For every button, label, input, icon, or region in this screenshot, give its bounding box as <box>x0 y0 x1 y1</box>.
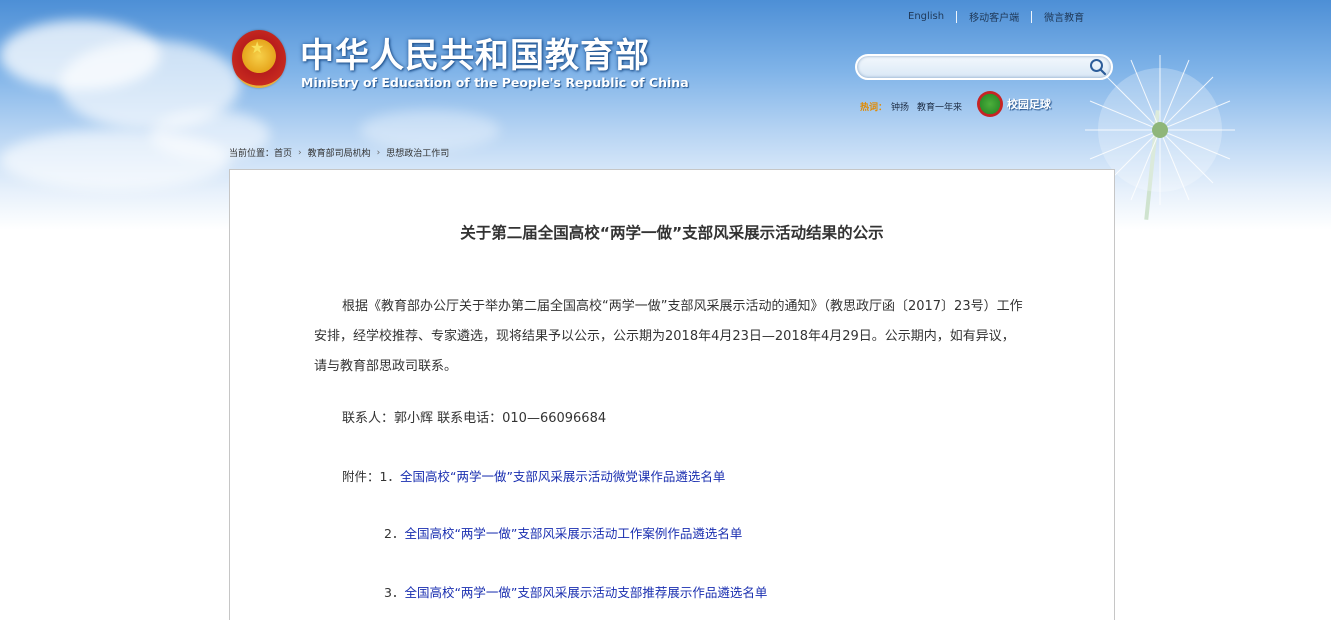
top-links: English 移动客户端 微言教育 <box>896 9 1096 24</box>
campus-football-link[interactable]: 校园足球 <box>977 91 1051 117</box>
attachments-prefix: 附件： <box>342 469 380 484</box>
site-subtitle: Ministry of Education of the People's Re… <box>301 75 689 90</box>
campus-football-label: 校园足球 <box>1007 98 1051 111</box>
article-title: 关于第二届全国高校“两学一做”支部风采展示活动结果的公示 <box>460 224 884 242</box>
chevron-right-icon: › <box>376 147 381 158</box>
divider <box>956 10 958 23</box>
article-body: 根据《教育部办公厅关于举办第二届全国高校“两学一做”支部风采展示活动的通知》（教… <box>314 299 1023 374</box>
search-icon[interactable] <box>1089 58 1107 76</box>
breadcrumb-prefix: 当前位置： <box>229 149 275 159</box>
cloud-decoration <box>360 110 500 150</box>
attachment-link[interactable]: 全国高校“两学一做”支部风采展示活动微党课作品遴选名单 <box>400 469 725 484</box>
mobile-client-link[interactable]: 移动客户端 <box>957 9 1031 24</box>
hot-words-label: 热词： <box>860 103 888 113</box>
campus-football-icon <box>977 91 1003 117</box>
hot-words: 热词： 钟扬 教育一年来 <box>860 100 970 113</box>
attachment-number: 1． <box>379 469 400 484</box>
emblem-star-icon: ★ <box>250 38 265 57</box>
contact-info: 联系人：郭小辉 联系电话：010—66096684 <box>342 411 607 426</box>
cloud-decoration <box>0 130 230 190</box>
divider <box>1031 10 1033 23</box>
attachment-number: 3． <box>384 585 405 600</box>
attachment-link[interactable]: 全国高校“两学一做”支部风采展示活动工作案例作品遴选名单 <box>404 526 742 541</box>
site-title[interactable]: 中华人民共和国教育部 <box>300 28 650 77</box>
attachment-number: 2． <box>384 526 405 541</box>
hot-word-link[interactable]: 教育一年来 <box>917 100 962 113</box>
hot-word-link[interactable]: 钟扬 <box>891 100 909 113</box>
attachment-item: 3．全国高校“两学一做”支部风采展示活动支部推荐展示作品遴选名单 <box>384 582 767 601</box>
chevron-right-icon: › <box>298 147 302 158</box>
attachment-item: 附件：1．全国高校“两学一做”支部风采展示活动微党课作品遴选名单 <box>342 466 725 485</box>
english-link[interactable]: English <box>896 11 956 22</box>
breadcrumb-department[interactable]: 教育部司局机构 <box>308 146 371 159</box>
search-box <box>855 54 1113 80</box>
article-panel: 关于第二届全国高校“两学一做”支部风采展示活动结果的公示 根据《教育部办公厅关于… <box>229 169 1115 620</box>
search-input[interactable] <box>867 59 1091 77</box>
breadcrumb: 当前位置： 首页 › 教育部司局机构 › 思想政治工作司 <box>229 146 449 160</box>
attachment-link[interactable]: 全国高校“两学一做”支部风采展示活动支部推荐展示作品遴选名单 <box>404 585 767 600</box>
breadcrumb-home[interactable]: 首页 <box>274 146 292 159</box>
weiyan-education-link[interactable]: 微言教育 <box>1032 9 1096 24</box>
breadcrumb-office[interactable]: 思想政治工作司 <box>386 146 449 159</box>
attachment-item: 2．全国高校“两学一做”支部风采展示活动工作案例作品遴选名单 <box>384 523 742 542</box>
